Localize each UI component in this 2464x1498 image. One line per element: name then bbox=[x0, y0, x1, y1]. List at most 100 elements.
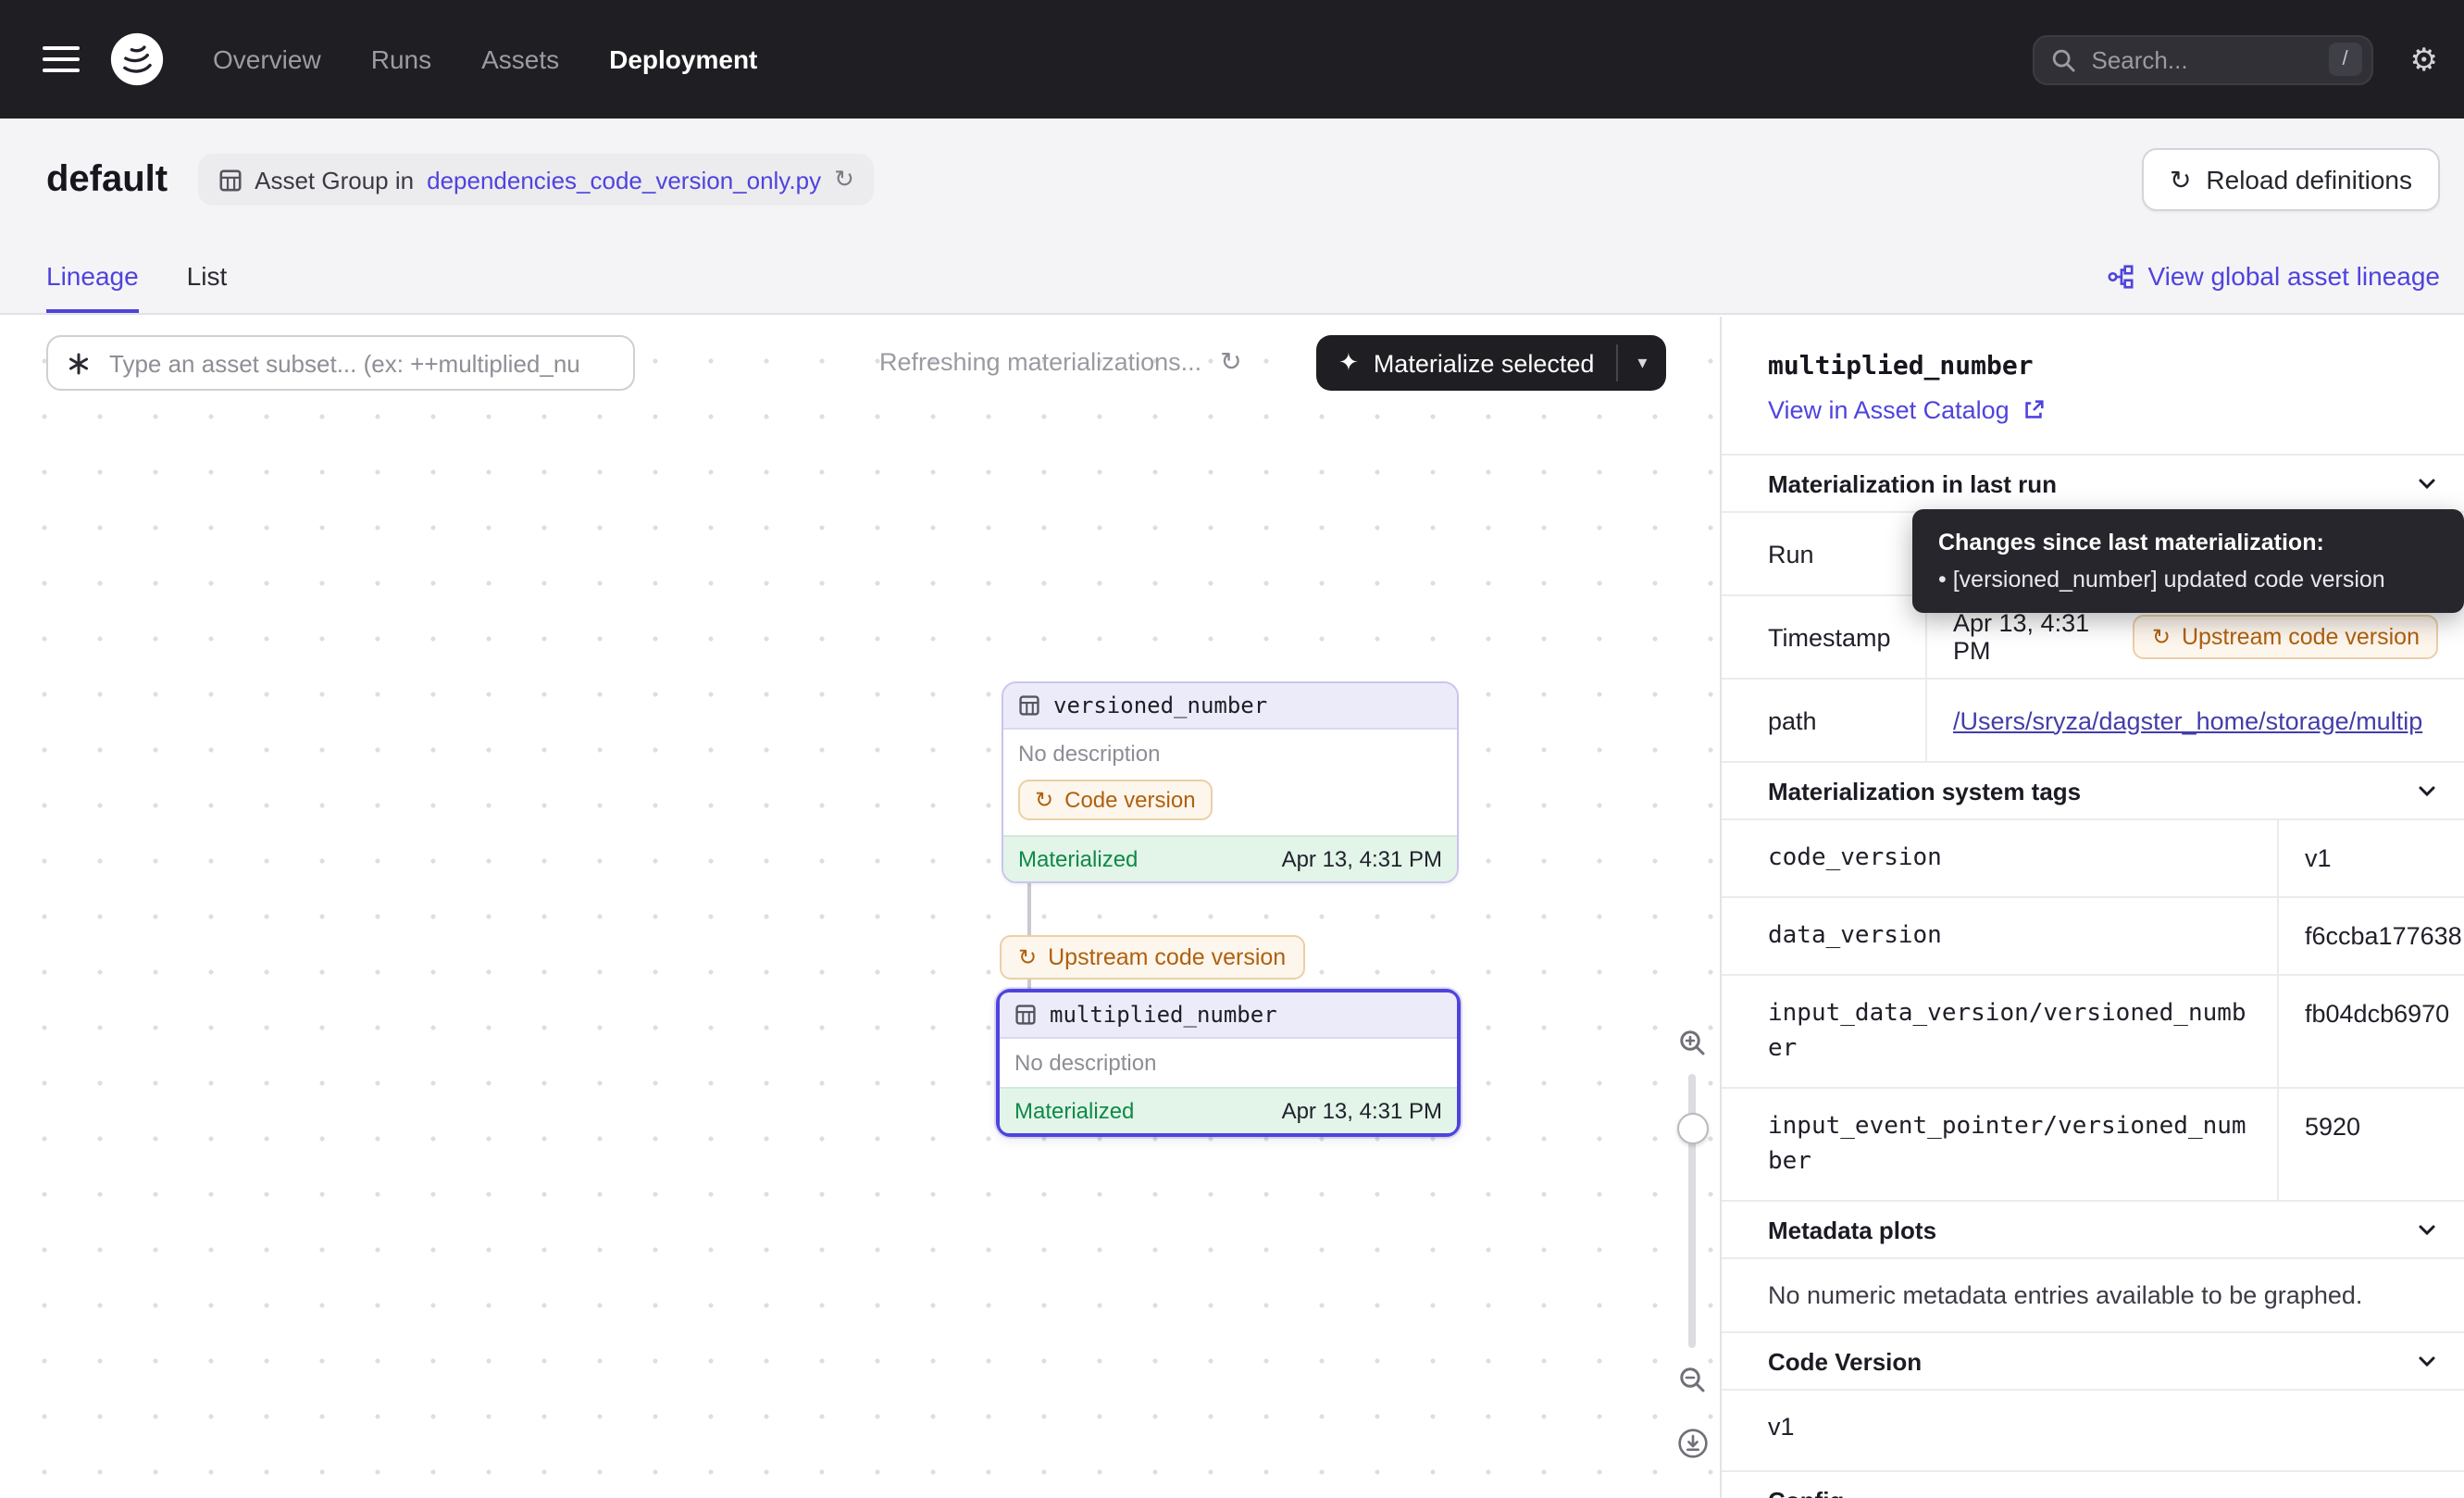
section-code-version[interactable]: Code Version bbox=[1722, 1333, 2464, 1391]
top-nav: Overview Runs Assets Deployment / ⚙ bbox=[0, 0, 2464, 119]
asset-subset-input[interactable] bbox=[106, 347, 615, 379]
tab-lineage[interactable]: Lineage bbox=[46, 261, 139, 313]
download-image-icon[interactable] bbox=[1676, 1428, 1708, 1459]
reload-icon: ↻ bbox=[2170, 167, 2191, 193]
zoom-in-icon[interactable] bbox=[1677, 1028, 1707, 1057]
materialization-path-link[interactable]: /Users/sryza/dagster_home/storage/multip bbox=[1953, 706, 2422, 734]
nav-overview[interactable]: Overview bbox=[213, 44, 321, 74]
tag-value: f6ccba177638 bbox=[2277, 898, 2464, 974]
code-version-refresh-icon: ↻ bbox=[2152, 626, 2171, 648]
section-config[interactable]: Config bbox=[1722, 1472, 2464, 1498]
tab-list[interactable]: List bbox=[187, 261, 228, 313]
chevron-down-icon bbox=[2416, 472, 2438, 494]
panel-asset-title: multiplied_number bbox=[1768, 352, 2418, 381]
refresh-materializations-icon[interactable]: ↻ bbox=[1220, 346, 1241, 378]
timestamp-value: Apr 13, 4:31 PM bbox=[1953, 609, 2111, 665]
nav-runs[interactable]: Runs bbox=[371, 44, 431, 74]
code-version-tag: ↻ Code version bbox=[1018, 780, 1213, 820]
lineage-canvas[interactable]: Refreshing materializations... ↻ ✦ Mater… bbox=[0, 317, 1720, 1498]
node-header: multiplied_number bbox=[1000, 992, 1457, 1039]
view-global-lineage-label: View global asset lineage bbox=[2148, 261, 2441, 291]
settings-gear-icon[interactable]: ⚙ bbox=[2410, 44, 2439, 75]
refreshing-status: Refreshing materializations... ↻ bbox=[879, 346, 1242, 378]
search-input[interactable] bbox=[2088, 44, 2316, 75]
system-tag-row: input_event_pointer/versioned_number 592… bbox=[1722, 1089, 2464, 1202]
materialized-status: Materialized bbox=[1014, 1098, 1134, 1124]
tag-key: code_version bbox=[1722, 820, 2277, 896]
zoom-out-icon[interactable] bbox=[1677, 1365, 1707, 1394]
node-name: multiplied_number bbox=[1050, 1002, 1277, 1028]
section-materialization-last-run[interactable]: Materialization in last run bbox=[1722, 454, 2464, 513]
zoom-slider[interactable] bbox=[1688, 1074, 1696, 1348]
view-in-asset-catalog-link[interactable]: View in Asset Catalog bbox=[1768, 396, 2047, 424]
section-heading: Code Version bbox=[1768, 1347, 1922, 1375]
upstream-tag-label: Upstream code version bbox=[2182, 624, 2420, 650]
system-tag-row: data_version f6ccba177638 bbox=[1722, 898, 2464, 976]
section-heading: Materialization in last run bbox=[1768, 469, 2057, 497]
node-description: No description bbox=[1003, 730, 1457, 778]
materialize-selected-button[interactable]: ✦ Materialize selected ▾ bbox=[1316, 335, 1666, 391]
tab-bar: Lineage List View global asset lineage bbox=[0, 211, 2464, 313]
reload-definitions-label: Reload definitions bbox=[2206, 165, 2412, 194]
asset-node-multiplied-number[interactable]: multiplied_number No description Materia… bbox=[996, 989, 1461, 1137]
asset-node-versioned-number[interactable]: versioned_number No description ↻ Code v… bbox=[1002, 681, 1459, 883]
reload-definitions-button[interactable]: ↻ Reload definitions bbox=[2142, 148, 2440, 211]
table-icon bbox=[1018, 694, 1040, 717]
run-label: Run bbox=[1722, 513, 1925, 594]
upstream-code-version-edge-tag: ↻ Upstream code version bbox=[1000, 935, 1304, 980]
asset-group-badge: Asset Group in dependencies_code_version… bbox=[197, 154, 875, 206]
reload-group-icon[interactable]: ↻ bbox=[834, 165, 854, 194]
node-footer: Materialized Apr 13, 4:31 PM bbox=[1003, 835, 1457, 881]
system-tag-row: code_version v1 bbox=[1722, 820, 2464, 898]
materialized-status: Materialized bbox=[1018, 846, 1138, 872]
asset-group-file-link[interactable]: dependencies_code_version_only.py bbox=[427, 166, 821, 193]
node-header: versioned_number bbox=[1003, 683, 1457, 730]
code-version-tag-label: Code version bbox=[1064, 787, 1195, 813]
tag-key: input_data_version/versioned_number bbox=[1722, 976, 2277, 1087]
asset-detail-panel: multiplied_number View in Asset Catalog … bbox=[1720, 317, 2464, 1498]
page-header: default Asset Group in dependencies_code… bbox=[0, 119, 2464, 315]
section-heading: Metadata plots bbox=[1768, 1216, 1936, 1243]
upstream-code-version-tag: ↻ Upstream code version bbox=[2134, 615, 2438, 659]
tooltip-title: Changes since last materialization: bbox=[1938, 530, 2438, 556]
view-global-lineage-link[interactable]: View global asset lineage bbox=[2108, 261, 2441, 313]
tooltip-item: [versioned_number] updated code version bbox=[1938, 567, 2438, 593]
zoom-slider-handle[interactable] bbox=[1677, 1113, 1709, 1144]
timestamp-label: Timestamp bbox=[1722, 596, 1925, 678]
search-box[interactable]: / bbox=[2033, 34, 2373, 84]
materialize-dropdown-caret[interactable]: ▾ bbox=[1618, 335, 1666, 391]
chevron-down-icon bbox=[2416, 1218, 2438, 1241]
section-system-tags[interactable]: Materialization system tags bbox=[1722, 763, 2464, 820]
materialize-label: Materialize selected bbox=[1374, 349, 1595, 377]
node-footer: Materialized Apr 13, 4:31 PM bbox=[1000, 1087, 1457, 1133]
global-lineage-icon bbox=[2108, 262, 2135, 290]
path-row: path /Users/sryza/dagster_home/storage/m… bbox=[1722, 680, 2464, 763]
external-link-icon bbox=[2022, 398, 2047, 422]
code-version-refresh-icon: ↻ bbox=[1018, 946, 1037, 968]
edge-tag-label: Upstream code version bbox=[1048, 944, 1286, 970]
tag-value: v1 bbox=[2277, 820, 2464, 896]
asset-subset-filter[interactable] bbox=[46, 335, 635, 391]
tag-value: 5920 bbox=[2277, 1089, 2464, 1200]
section-heading: Materialization system tags bbox=[1768, 777, 2081, 805]
materialized-timestamp: Apr 13, 4:31 PM bbox=[1282, 1098, 1442, 1124]
app-root: Overview Runs Assets Deployment / ⚙ defa… bbox=[0, 0, 2464, 1498]
node-description: No description bbox=[1000, 1039, 1457, 1087]
refreshing-label: Refreshing materializations... bbox=[879, 348, 1201, 376]
tag-key: input_event_pointer/versioned_number bbox=[1722, 1089, 2277, 1200]
code-version-value: v1 bbox=[1722, 1391, 2464, 1472]
tag-key: data_version bbox=[1722, 898, 2277, 974]
nav-assets[interactable]: Assets bbox=[481, 44, 559, 74]
materialized-timestamp: Apr 13, 4:31 PM bbox=[1282, 846, 1442, 872]
search-icon bbox=[2051, 47, 2075, 71]
section-heading: Config bbox=[1768, 1486, 1844, 1498]
chevron-down-icon bbox=[2416, 1350, 2438, 1372]
dagster-logo-icon[interactable] bbox=[109, 31, 165, 87]
section-metadata-plots[interactable]: Metadata plots bbox=[1722, 1202, 2464, 1259]
changes-tooltip: Changes since last materialization: [ver… bbox=[1912, 509, 2464, 613]
node-name: versioned_number bbox=[1053, 693, 1267, 718]
nav-deployment[interactable]: Deployment bbox=[609, 44, 757, 74]
metadata-plots-empty-text: No numeric metadata entries available to… bbox=[1722, 1259, 2464, 1333]
chevron-down-icon bbox=[2416, 780, 2438, 802]
menu-icon[interactable] bbox=[43, 39, 80, 80]
